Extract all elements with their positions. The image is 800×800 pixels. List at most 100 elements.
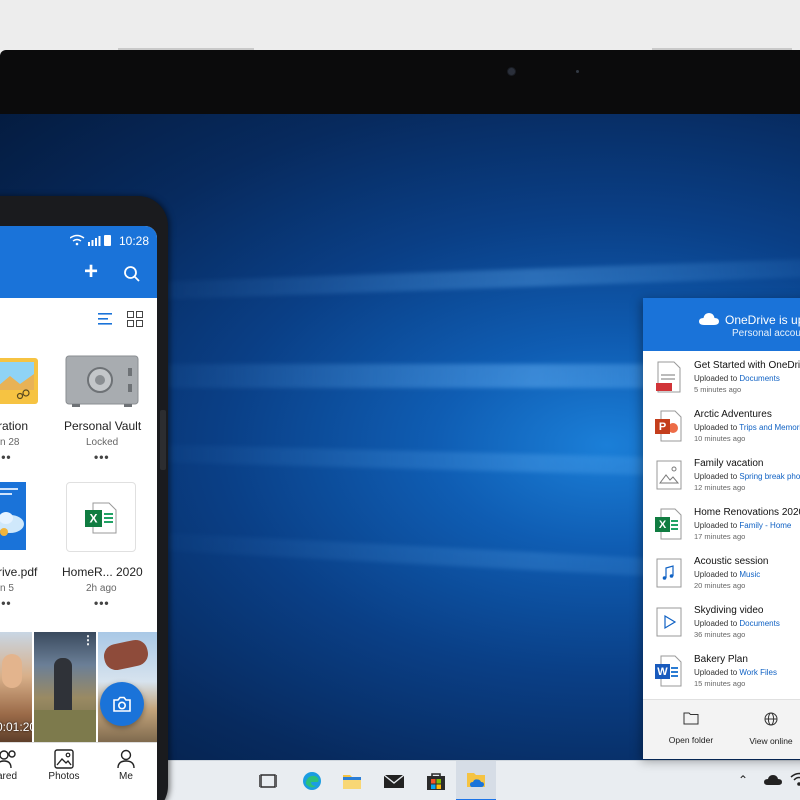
more-options-icon[interactable]: ••• (0, 450, 12, 464)
nav-me[interactable]: Me (101, 749, 151, 782)
activity-item[interactable]: Get Started with OneDrive Uploaded to Do… (643, 354, 800, 402)
activity-item-location-link[interactable]: Documents (739, 619, 779, 628)
search-icon[interactable] (123, 265, 141, 283)
scene: ⌃ OneDrive is up to date Personal accoun… (0, 0, 800, 800)
activity-item-location-link[interactable]: Work Files (739, 668, 777, 677)
pdf-icon (656, 361, 681, 393)
open-folder-label: Open folder (668, 735, 714, 745)
more-options-icon[interactable]: ••• (0, 596, 12, 610)
wallpaper-beam (149, 257, 800, 300)
phone-bottom-nav: ared Photos Me (0, 742, 157, 800)
activity-item-upload: Uploaded to Documents (694, 374, 780, 383)
nav-label: Me (119, 771, 133, 782)
taskbar: ⌃ (160, 760, 800, 800)
chevron-up-icon[interactable]: ⌃ (738, 773, 748, 787)
view-online-button[interactable]: View online (736, 712, 800, 746)
activity-item-location-link[interactable]: Documents (739, 374, 779, 383)
file-thumbnail: X (66, 482, 136, 552)
onedrive-taskbar-button[interactable] (456, 761, 496, 800)
activity-item[interactable]: P Arctic Adventures Uploaded to Trips an… (643, 403, 800, 451)
add-icon[interactable]: + (84, 260, 98, 284)
activity-item-time: 10 minutes ago (694, 434, 746, 443)
nav-photos[interactable]: Photos (39, 749, 89, 782)
people-icon (0, 750, 16, 769)
shared-folder-icon (0, 358, 38, 404)
music-icon (656, 558, 682, 588)
more-vertical-icon[interactable]: ⋮ (82, 634, 94, 646)
activity-item-location-link[interactable]: Music (739, 570, 760, 579)
excel-icon: X (655, 508, 682, 540)
activity-item-name: Home Renovations 2020 (694, 507, 800, 518)
flyout-title: OneDrive is up to date (725, 313, 800, 327)
svg-text:P: P (659, 421, 666, 433)
activity-item[interactable]: Skydiving video Uploaded to Documents 36… (643, 599, 800, 647)
flyout-subtitle: Personal account (732, 328, 800, 339)
activity-item-location-link[interactable]: Trips and Memories (739, 423, 800, 432)
activity-item[interactable]: Family vacation Uploaded to Spring break… (643, 452, 800, 500)
excel-icon: X (85, 502, 117, 534)
activity-item-name: Acoustic session (694, 556, 769, 567)
nav-shared[interactable]: ared (0, 749, 32, 782)
wifi-icon[interactable] (790, 771, 800, 792)
file-explorer-icon[interactable] (338, 767, 366, 795)
file-tile-name: rive.pdf (0, 565, 38, 579)
activity-item[interactable]: W Bakery Plan Uploaded to Work Files 15 … (643, 648, 800, 696)
phone-app-header: 10:28 + (0, 226, 157, 298)
onedrive-flyout: OneDrive is up to date Personal account … (643, 298, 800, 759)
activity-item[interactable]: Acoustic session Uploaded to Music 20 mi… (643, 550, 800, 598)
camera-icon (113, 696, 131, 712)
nav-label: ared (0, 771, 17, 782)
file-tile-name: HomeR... 2020 (62, 565, 143, 579)
more-options-icon[interactable]: ••• (94, 450, 110, 464)
mail-icon[interactable] (380, 767, 408, 795)
task-view-icon[interactable] (254, 767, 282, 795)
list-view-icon[interactable] (98, 312, 114, 326)
more-options-icon[interactable]: ••• (94, 596, 110, 610)
video-icon (656, 607, 682, 637)
person-icon (117, 749, 135, 769)
activity-item-upload: Uploaded to Spring break photos (694, 472, 800, 481)
activity-item-location-link[interactable]: Family - Home (739, 521, 791, 530)
globe-icon (764, 712, 778, 726)
activity-item-name: Get Started with OneDrive (694, 360, 800, 371)
photo-ground (34, 710, 96, 742)
file-tile-date: n 28 (0, 437, 20, 448)
activity-item-time: 20 minutes ago (694, 581, 746, 590)
photo-thumbnail[interactable]: ⋮ (34, 632, 96, 742)
grid-view-icon[interactable] (127, 311, 143, 327)
file-tile-name: Personal Vault (64, 419, 142, 433)
sensor-icon (576, 70, 579, 73)
open-folder-button[interactable]: Open folder (656, 712, 726, 745)
activity-item-time: 36 minutes ago (694, 630, 746, 639)
activity-item-location-link[interactable]: Spring break photos (739, 472, 800, 481)
flyout-header: OneDrive is up to date Personal account (643, 298, 800, 351)
phone-side-button (160, 410, 166, 470)
photo-thumbnail[interactable]: 0:01:20 (0, 632, 32, 742)
activity-item-upload: Uploaded to Family - Home (694, 521, 792, 530)
signal-icon (70, 234, 111, 246)
activity-item-upload: Uploaded to Work Files (694, 668, 778, 677)
cloud-icon (699, 313, 719, 325)
activity-item-time: 17 minutes ago (694, 532, 746, 541)
svg-text:W: W (657, 666, 668, 678)
activity-item-time: 5 minutes ago (694, 385, 742, 394)
file-tile-date: 2h ago (86, 583, 117, 594)
folder-icon (683, 712, 699, 725)
activity-item-time: 12 minutes ago (694, 483, 746, 492)
activity-item-name: Bakery Plan (694, 654, 748, 665)
view-online-label: View online (749, 736, 793, 746)
file-tile-status: Locked (86, 437, 119, 448)
activity-item[interactable]: X Home Renovations 2020 Uploaded to Fami… (643, 501, 800, 549)
activity-item-upload: Uploaded to Documents (694, 619, 780, 628)
camera-upload-button[interactable] (100, 682, 144, 726)
store-icon[interactable] (422, 767, 450, 795)
onedrive-tray-icon[interactable] (764, 773, 782, 791)
word-icon: W (655, 655, 682, 687)
svg-text:X: X (659, 519, 667, 531)
activity-item-name: Family vacation (694, 458, 764, 469)
webcam-icon (508, 68, 515, 75)
edge-icon[interactable] (298, 767, 326, 795)
photo-subject (101, 637, 151, 673)
svg-text:X: X (89, 512, 97, 526)
activity-item-upload: Uploaded to Music (694, 570, 761, 579)
